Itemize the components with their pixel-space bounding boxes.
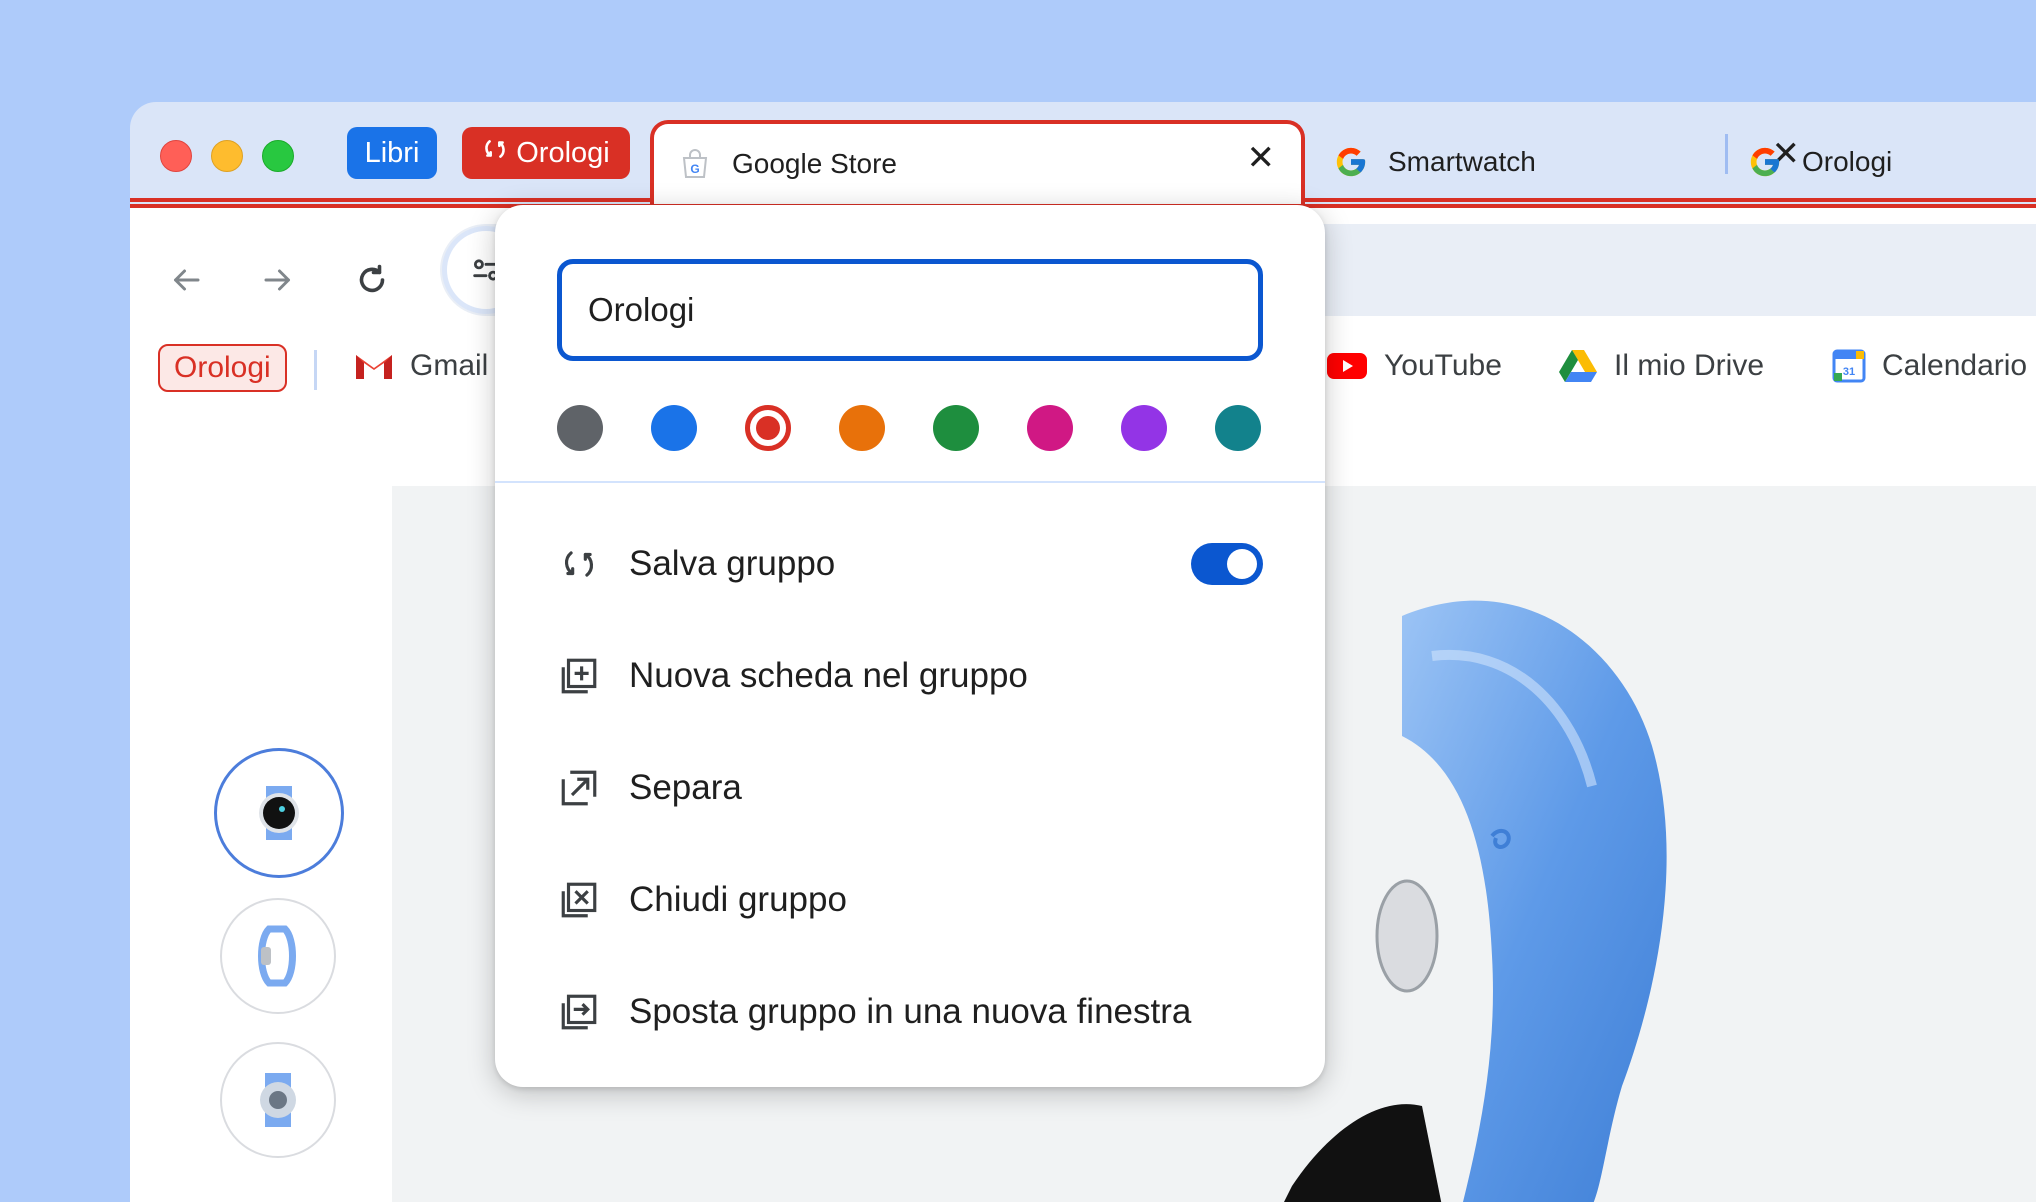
svg-text:G: G [690,162,699,176]
arrow-right-icon [264,269,290,291]
product-thumbnail[interactable] [214,748,344,878]
ungroup-icon [557,766,601,810]
menu-item-label: Salva gruppo [629,544,836,583]
menu-item-move-to-new-window[interactable]: Sposta gruppo in una nuova finestra [557,977,1263,1047]
watch-image [259,786,299,840]
arrow-left-icon [174,269,200,291]
maximize-window-button[interactable] [262,140,294,172]
back-button[interactable] [156,250,216,310]
new-tab-in-group-icon [557,654,601,698]
color-swatch-grey[interactable] [557,405,603,451]
menu-item-ungroup[interactable]: Separa [557,753,1263,823]
reload-button[interactable] [342,250,402,310]
tab-group-label: Libri [364,136,420,169]
color-swatch-teal[interactable] [1215,405,1261,451]
close-tab-icon[interactable]: ✕ [1247,138,1276,178]
bookmark-label: Gmail [410,349,489,382]
menu-item-close-group[interactable]: Chiudi gruppo [557,865,1263,935]
google-g-icon [1334,145,1368,179]
color-swatch-pink[interactable] [1027,405,1073,451]
bookmark-label: Il mio Drive [1614,349,1765,382]
forward-button[interactable] [248,250,308,310]
menu-item-save-group[interactable]: Salva gruppo [557,529,1263,599]
gmail-icon [356,355,392,379]
product-thumbnail[interactable] [220,1042,336,1158]
bookmark-label: YouTube [1384,349,1502,382]
menu-item-label: Nuova scheda nel gruppo [629,656,1028,695]
move-to-window-icon [557,990,601,1034]
bookmark-gmail[interactable]: Gmail [354,340,488,392]
toggle-knob [1227,549,1257,579]
close-group-icon [557,878,601,922]
tab-title: Orologi [1802,146,1893,177]
bookmark-label: Calendario [1882,349,2028,382]
watch-back-image [260,1073,296,1127]
color-swatch-blue[interactable] [651,405,697,451]
close-window-button[interactable] [160,140,192,172]
bookmark-calendar[interactable]: 31 Calendario [1832,340,2027,392]
menu-item-label: Separa [629,768,742,807]
color-swatch-red-selected[interactable] [745,405,791,451]
reload-icon [359,264,385,293]
color-picker [557,405,1263,455]
google-store-icon: G [678,147,712,181]
group-name-input[interactable] [557,259,1263,361]
menu-divider [495,481,1325,483]
menu-item-label: Chiudi gruppo [629,880,847,919]
tab-orologi[interactable]: Orologi [1730,120,2036,204]
tab-divider [1725,134,1728,174]
svg-text:31: 31 [1843,366,1855,378]
menu-item-label: Sposta gruppo in una nuova finestra [629,992,1192,1031]
sync-group-icon [557,542,601,586]
bookmark-group-orologi[interactable]: Orologi [158,344,287,392]
bookmark-label: Orologi [174,351,271,384]
color-swatch-green[interactable] [933,405,979,451]
calendar-icon: 31 [1832,349,1866,383]
color-swatch-orange[interactable] [839,405,885,451]
tab-group-libri[interactable]: Libri [347,127,437,179]
menu-item-new-tab-in-group[interactable]: Nuova scheda nel gruppo [557,641,1263,711]
google-g-icon [1748,145,1782,179]
save-group-toggle[interactable] [1191,543,1263,585]
tab-group-orologi[interactable]: Orologi [462,127,630,179]
product-thumbnail[interactable] [220,898,336,1014]
tab-group-label: Orologi [516,136,610,169]
watch-side-image [258,925,296,987]
tab-title: Google Store [732,148,897,179]
group-underline [130,198,652,202]
tab-google-store[interactable]: G Google Store ✕ [650,120,1305,204]
tab-group-editor: Salva gruppo Nuova scheda nel gruppo Sep… [495,205,1325,1087]
minimize-window-button[interactable] [211,140,243,172]
youtube-icon [1327,353,1367,379]
bookmark-youtube[interactable]: YouTube [1326,340,1502,392]
drive-icon [1559,350,1597,382]
tab-title: Smartwatch [1388,146,1536,177]
bookmark-separator [314,350,317,390]
bookmark-drive[interactable]: Il mio Drive [1558,340,1764,392]
sync-icon [482,136,508,170]
color-swatch-purple[interactable] [1121,405,1167,451]
